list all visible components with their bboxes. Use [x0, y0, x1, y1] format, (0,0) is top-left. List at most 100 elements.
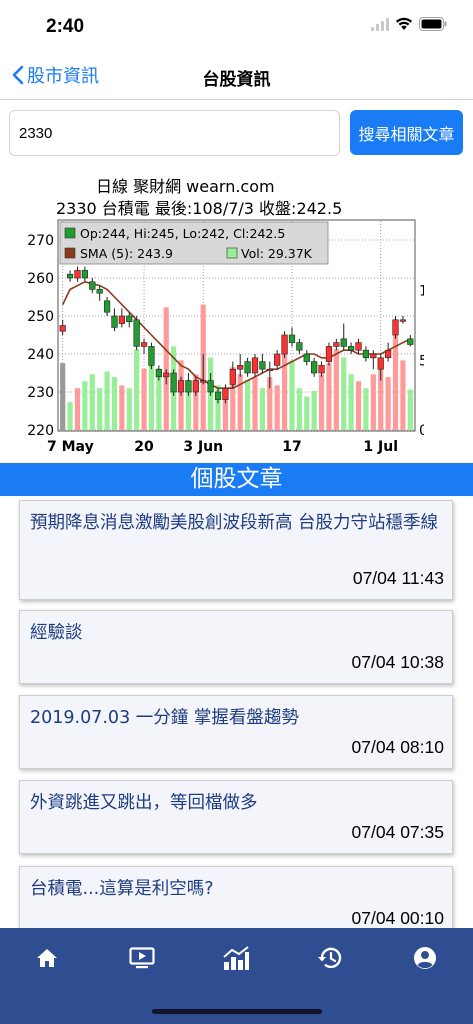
volume-bar — [111, 377, 118, 430]
candle-body — [192, 380, 199, 393]
candle-body — [303, 353, 310, 362]
tab-home[interactable] — [25, 942, 69, 974]
candle-body — [103, 300, 111, 313]
candle-body — [185, 380, 192, 393]
volume-bar — [333, 349, 339, 430]
candle-body — [222, 387, 229, 400]
article-title: 外資跳進又跳出，等回檔做多 — [30, 793, 258, 813]
article-card[interactable]: 2019.07.03 一分鐘 掌握看盤趨勢 07/04 08:10 — [19, 695, 453, 769]
volume-bar — [259, 388, 265, 430]
candle-body — [288, 334, 296, 343]
candle-body — [96, 289, 103, 294]
candle-body — [311, 361, 318, 374]
price-tick-label: 250 — [27, 309, 54, 325]
volume-bar — [355, 381, 362, 430]
volume-bar — [326, 363, 332, 430]
candle-body — [126, 315, 133, 322]
status-icons — [371, 17, 447, 31]
volume-tick-label: 100K — [419, 284, 424, 300]
page-title: 台股資訊 — [202, 70, 271, 90]
stock-code-input[interactable] — [9, 110, 340, 156]
candle-body — [399, 319, 407, 322]
article-list[interactable]: 預期降息消息激勵美股創波段新高 台股力守站穩季線 07/04 11:43 經驗談… — [0, 498, 473, 928]
article-card[interactable]: 台積電...這算是利空嗎? 07/04 00:10 — [19, 866, 453, 928]
chart-title: 2330 台積電 最後:108/7/3 收盤:242.5 — [56, 199, 342, 218]
history-icon — [318, 947, 342, 969]
candle-body — [370, 353, 377, 359]
tab-account[interactable] — [403, 942, 447, 974]
candle-body — [111, 315, 118, 328]
legend-ohlc: Op:244, Hi:245, Lo:242, Cl:242.5 — [80, 226, 285, 241]
legend-sma-swatch — [64, 247, 76, 259]
candle-body — [296, 342, 303, 351]
candle-body — [340, 338, 347, 347]
candle-body — [325, 346, 333, 362]
x-tick-label: 20 — [134, 439, 154, 455]
price-tick-label: 220 — [27, 423, 54, 439]
candle-body — [89, 281, 96, 290]
candle-body — [355, 342, 362, 351]
candle-body — [333, 342, 340, 347]
candle-body — [385, 349, 392, 359]
volume-bar — [341, 357, 347, 430]
candle-body — [118, 315, 125, 324]
x-axis: 7 May 20 3 Jun 17 1 Jul — [47, 439, 398, 455]
nav-bar: 股市資訊 台股資訊 — [0, 52, 473, 100]
candle-body — [274, 353, 281, 366]
candle-body — [266, 368, 273, 371]
candle-body — [200, 380, 207, 383]
price-tick-label: 270 — [27, 233, 54, 249]
candle-body — [244, 361, 251, 374]
chart-icon — [223, 946, 249, 970]
candle-body — [207, 380, 214, 393]
candle-body — [177, 380, 185, 393]
volume-bar — [311, 390, 317, 430]
article-time: 07/04 00:10 — [351, 908, 444, 928]
x-tick-label: 1 Jul — [363, 439, 398, 455]
article-time: 07/04 10:38 — [351, 652, 444, 672]
wifi-icon — [396, 17, 412, 30]
volume-bar — [126, 388, 132, 430]
status-time: 2:40 — [46, 16, 85, 37]
article-card[interactable]: 預期降息消息激勵美股創波段新高 台股力守站穩季線 07/04 11:43 — [19, 500, 453, 600]
volume-axis: 0K 50K 100K — [419, 284, 456, 439]
article-title: 經驗談 — [30, 623, 83, 643]
volume-tick-label: 0K — [419, 423, 424, 439]
candle-body — [348, 346, 355, 351]
volume-bar — [348, 374, 354, 430]
section-header: 個股文章 — [0, 463, 473, 496]
account-icon — [414, 947, 436, 969]
tab-video[interactable] — [120, 942, 164, 974]
candle-body — [148, 346, 155, 366]
legend-vol-swatch — [226, 247, 238, 259]
tab-chart[interactable] — [214, 942, 258, 974]
candle-body — [133, 319, 140, 347]
tab-history[interactable] — [308, 942, 352, 974]
article-card[interactable]: 外資跳進又跳出，等回檔做多 07/04 07:35 — [19, 780, 453, 854]
candle-body — [237, 365, 244, 370]
volume-bar — [119, 385, 125, 430]
candle-body — [318, 365, 325, 374]
article-time: 07/04 07:35 — [351, 822, 444, 842]
article-card[interactable]: 經驗談 07/04 10:38 — [19, 610, 453, 684]
search-articles-button[interactable]: 搜尋相關文章 — [350, 110, 463, 155]
volume-bar — [141, 368, 147, 430]
volume-tick-label: 50K — [419, 353, 424, 369]
volume-bar — [89, 374, 95, 430]
volume-bar — [281, 346, 288, 430]
stock-chart: 日線 聚財網 wearn.com 2330 台積電 最後:108/7/3 收盤:… — [8, 168, 456, 460]
price-tick-label: 260 — [27, 271, 54, 287]
candle-body — [81, 270, 88, 279]
candle-body — [251, 357, 259, 374]
candle-body — [66, 273, 74, 279]
candle-body — [362, 349, 370, 359]
volume-bar — [289, 360, 295, 430]
price-tick-label: 230 — [27, 385, 54, 401]
candle-body — [392, 319, 399, 336]
article-time: 07/04 08:10 — [351, 737, 444, 757]
article-title: 預期降息消息激勵美股創波段新高 台股力守站穩季線 — [30, 513, 439, 533]
home-indicator — [152, 1009, 322, 1014]
video-icon — [129, 947, 155, 969]
article-title: 2019.07.03 一分鐘 掌握看盤趨勢 — [30, 708, 299, 728]
legend-ohlc-swatch — [64, 227, 76, 239]
